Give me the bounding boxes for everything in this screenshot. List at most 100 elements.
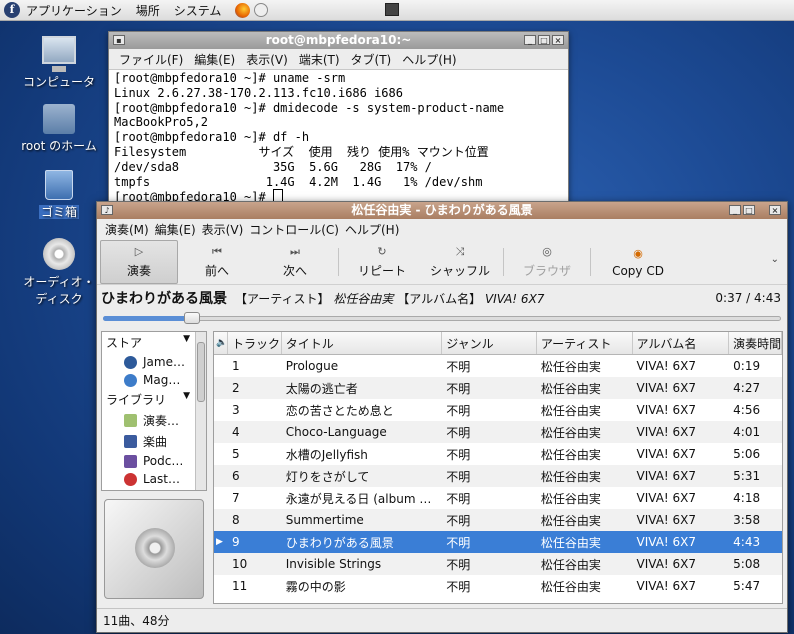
desktop-home[interactable]: root のホーム: [14, 104, 104, 154]
toolbar-overflow-icon[interactable]: ⌄: [771, 254, 779, 265]
source-music[interactable]: 楽曲: [102, 431, 206, 452]
column-album[interactable]: アルバム名: [633, 332, 730, 354]
table-row[interactable]: 3 恋の苦さとため息と 不明 松任谷由実 VIVA! 6X7 4:56: [214, 399, 782, 421]
source-jamendo[interactable]: Jame…: [102, 353, 206, 371]
cell-time: 3:58: [733, 513, 761, 527]
music-player-window: ♪ 松任谷由実 - ひまわりがある風景 _ □ × 演奏(M) 編集(E) 表示…: [96, 201, 788, 633]
fedora-logo-icon[interactable]: f: [4, 2, 20, 18]
player-menu-edit[interactable]: 編集(E): [155, 221, 196, 238]
table-row[interactable]: 11 霧の中の影 不明 松任谷由実 VIVA! 6X7 5:47: [214, 575, 782, 597]
column-genre[interactable]: ジャンル: [442, 332, 537, 354]
table-row[interactable]: 6 灯りをさがして 不明 松任谷由実 VIVA! 6X7 5:31: [214, 465, 782, 487]
sidebar-scroll-thumb[interactable]: [197, 342, 205, 402]
terminal-line: Linux 2.6.27.38-170.2.113.fc10.i686 i686: [114, 85, 403, 100]
close-icon[interactable]: ×: [769, 205, 781, 215]
table-row[interactable]: 1 Prologue 不明 松任谷由実 VIVA! 6X7 0:19: [214, 355, 782, 377]
cell-time: 4:27: [733, 381, 761, 395]
player-menu-music[interactable]: 演奏(M): [105, 221, 149, 238]
terminal-output[interactable]: [root@mbpfedora10 ~]# uname -srm Linux 2.…: [109, 70, 568, 206]
browser-button[interactable]: ◎ ブラウザ: [508, 240, 586, 284]
firefox-launcher-icon[interactable]: [235, 2, 251, 18]
now-playing-song: ひまわりがある風景: [101, 291, 227, 307]
table-row[interactable]: 8 Summertime 不明 松任谷由実 VIVA! 6X7 3:58: [214, 509, 782, 531]
album-cover-art: [104, 499, 204, 599]
column-time[interactable]: 演奏時間: [729, 332, 782, 354]
toolbar-separator: [338, 248, 339, 276]
table-row[interactable]: 4 Choco-Language 不明 松任谷由実 VIVA! 6X7 4:01: [214, 421, 782, 443]
cell-title: 水槽のJellyfish: [285, 447, 368, 462]
source-podcasts[interactable]: Podc…: [102, 452, 206, 470]
desktop-computer-label: コンピュータ: [22, 75, 95, 89]
cell-artist: 松任谷由実: [540, 579, 601, 594]
shuffle-button[interactable]: ⤨ シャッフル: [421, 240, 499, 284]
table-row[interactable]: 2 太陽の逃亡者 不明 松任谷由実 VIVA! 6X7 4:27: [214, 377, 782, 399]
table-row[interactable]: ▶ 9 ひまわりがある風景 不明 松任谷由実 VIVA! 6X7 4:43: [214, 531, 782, 553]
seek-slider[interactable]: [103, 311, 781, 325]
next-icon: ⏭: [290, 245, 300, 258]
player-menu-control[interactable]: コントロール(C): [249, 221, 339, 238]
toolbar-separator: [590, 248, 591, 276]
minimize-icon[interactable]: _: [524, 35, 536, 45]
column-artist[interactable]: アーティスト: [537, 332, 633, 354]
terminal-menu-file[interactable]: ファイル(F): [119, 51, 183, 68]
terminal-menu-view[interactable]: 表示(V): [246, 51, 288, 68]
repeat-button[interactable]: ↻ リピート: [343, 240, 421, 284]
collapse-icon[interactable]: ▼: [183, 391, 190, 408]
source-sidebar: ストア ▼ Jame… Mag… ライブラリ ▼ 演奏… 楽曲 Podc… La…: [101, 331, 207, 604]
player-menu-help[interactable]: ヘルプ(H): [345, 221, 399, 238]
source-lastfm[interactable]: Last…: [102, 470, 206, 488]
table-row[interactable]: 10 Invisible Strings 不明 松任谷由実 VIVA! 6X7 5:08: [214, 553, 782, 575]
previous-button[interactable]: ⏮ 前へ: [178, 240, 256, 284]
terminal-titlebar[interactable]: ▪ root@mbpfedora10:~ _ □ ×: [109, 32, 568, 49]
next-button[interactable]: ⏭ 次へ: [256, 240, 334, 284]
desktop-computer[interactable]: コンピュータ: [14, 36, 104, 90]
home-folder-icon: [43, 104, 75, 134]
cell-time: 0:19: [733, 359, 761, 373]
library-header[interactable]: ライブラリ ▼: [102, 389, 206, 410]
podcast-icon: [124, 454, 137, 468]
cell-artist: 松任谷由実: [540, 403, 601, 418]
desktop-trash-label: ゴミ箱: [38, 205, 79, 219]
cell-track: 8: [231, 513, 240, 527]
table-row[interactable]: 5 水槽のJellyfish 不明 松任谷由実 VIVA! 6X7 5:06: [214, 443, 782, 465]
collapse-icon[interactable]: ▼: [183, 334, 190, 351]
window-menu-icon[interactable]: ▪: [113, 35, 125, 45]
table-row[interactable]: 7 永遠が見える日 (album … 不明 松任谷由実 VIVA! 6X7 4:18: [214, 487, 782, 509]
terminal-menu-tabs[interactable]: タブ(T): [351, 51, 392, 68]
desktop-home-label: root のホーム: [21, 139, 97, 153]
restore-icon[interactable]: □: [743, 205, 755, 215]
terminal-tray-icon[interactable]: [385, 3, 399, 16]
maximize-icon[interactable]: □: [538, 35, 550, 45]
minimize-icon[interactable]: _: [729, 205, 741, 215]
menu-places[interactable]: 場所: [136, 2, 160, 19]
sidebar-scrollbar[interactable]: [195, 332, 206, 490]
store-header[interactable]: ストア ▼: [102, 332, 206, 353]
player-titlebar[interactable]: ♪ 松任谷由実 - ひまわりがある風景 _ □ ×: [97, 202, 787, 219]
source-magnatune[interactable]: Mag…: [102, 371, 206, 389]
seek-progress: [103, 316, 192, 321]
terminal-menu-help[interactable]: ヘルプ(H): [402, 51, 456, 68]
row-status: [214, 355, 228, 377]
copy-cd-button[interactable]: ◉ Copy CD: [595, 240, 681, 284]
close-icon[interactable]: ×: [552, 35, 564, 45]
source-play-queue[interactable]: 演奏…: [102, 410, 206, 431]
terminal-menu-terminal[interactable]: 端末(T): [299, 51, 340, 68]
cell-genre: 不明: [446, 579, 471, 594]
play-button[interactable]: ▷ 演奏: [100, 240, 178, 284]
terminal-menu-edit[interactable]: 編集(E): [194, 51, 235, 68]
previous-label: 前へ: [204, 264, 229, 278]
cell-genre: 不明: [446, 557, 471, 572]
terminal-line: /dev/sda8 35G 5.6G 28G 17% /: [114, 159, 432, 174]
column-title[interactable]: タイトル: [282, 332, 443, 354]
window-menu-icon[interactable]: ♪: [101, 205, 113, 215]
player-menu-view[interactable]: 表示(V): [202, 221, 244, 238]
mail-launcher-icon[interactable]: [254, 3, 269, 17]
menu-applications[interactable]: アプリケーション: [26, 2, 122, 19]
seek-handle[interactable]: [183, 312, 200, 324]
cell-time: 5:31: [733, 469, 761, 483]
desktop-trash[interactable]: ゴミ箱: [14, 170, 104, 220]
column-track[interactable]: トラック: [228, 332, 282, 354]
shuffle-label: シャッフル: [429, 264, 490, 278]
desktop-audio-disc[interactable]: オーディオ・ディスク: [14, 238, 104, 307]
menu-system[interactable]: システム: [174, 2, 222, 19]
